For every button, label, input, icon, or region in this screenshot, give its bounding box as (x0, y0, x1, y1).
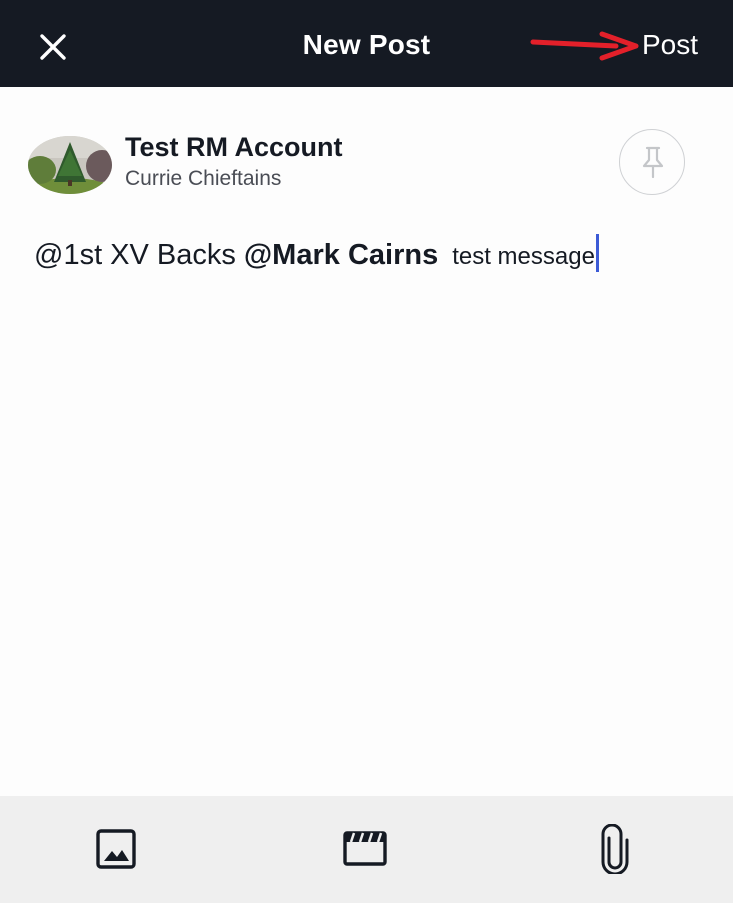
text-caret (595, 234, 599, 272)
avatar (28, 136, 112, 194)
pin-button[interactable] (619, 129, 685, 195)
top-bar: New Post Post (0, 0, 733, 87)
add-video-button[interactable] (343, 829, 387, 872)
add-image-button[interactable] (96, 829, 136, 874)
image-icon (96, 829, 136, 869)
new-post-screen: New Post Post Test RM Account Currie Chi… (0, 0, 733, 903)
attachment-icon (601, 823, 629, 876)
annotation-arrow (530, 31, 639, 61)
mention-group: @1st XV Backs (34, 239, 236, 271)
mention-user: @Mark Cairns (243, 239, 439, 271)
account-team: Currie Chieftains (125, 167, 282, 190)
account-name: Test RM Account (125, 132, 343, 162)
message-text: test message (452, 243, 595, 270)
pin-icon (642, 146, 664, 179)
video-icon (343, 831, 387, 866)
message-input[interactable]: @1st XV Backs @Mark Cairns test message (34, 234, 599, 272)
post-button[interactable]: Post (642, 29, 698, 61)
add-attachment-button[interactable] (600, 823, 630, 879)
